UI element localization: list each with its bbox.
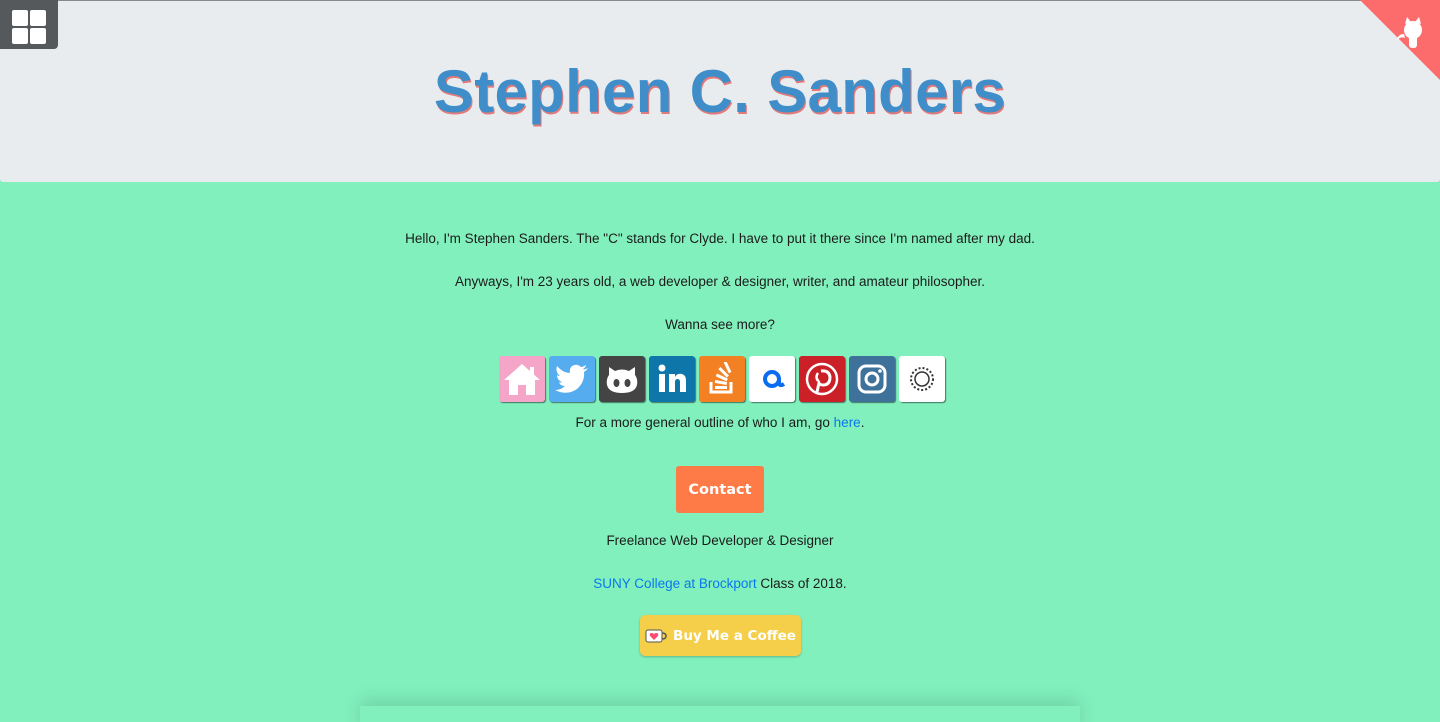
intro-paragraph-3: Wanna see more? xyxy=(665,317,775,332)
instagram-icon[interactable] xyxy=(849,356,895,402)
twitter-icon[interactable] xyxy=(549,356,595,402)
social-links xyxy=(499,356,945,402)
college-link[interactable]: SUNY College at Brockport xyxy=(593,576,756,591)
buy-me-a-coffee-button[interactable]: Buy Me a Coffee xyxy=(640,615,801,656)
vsco-icon[interactable] xyxy=(899,356,945,402)
github-icon[interactable] xyxy=(599,356,645,402)
intro-paragraph-2: Anyways, I'm 23 years old, a web develop… xyxy=(454,274,986,289)
email-at-icon[interactable] xyxy=(749,356,795,402)
coffee-cup-icon xyxy=(645,629,667,642)
education-line: SUNY College at Brockport Class of 2018. xyxy=(593,576,847,591)
pinterest-icon[interactable] xyxy=(799,356,845,402)
page-header: Stephen C. Sanders xyxy=(0,0,1440,182)
intro-paragraph-1: Hello, I'm Stephen Sanders. The "C" stan… xyxy=(405,231,1035,246)
grid-menu-icon xyxy=(12,10,28,26)
page-title: Stephen C. Sanders xyxy=(433,58,1007,125)
grid-menu-button[interactable] xyxy=(0,0,58,49)
outline-line: For a more general outline of who I am, … xyxy=(575,415,865,430)
github-octocat-icon xyxy=(1360,0,1440,80)
outline-here-link[interactable]: here xyxy=(834,415,861,430)
contact-button[interactable]: Contact xyxy=(676,466,764,513)
coffee-label: Buy Me a Coffee xyxy=(673,627,796,644)
footer-panel-edge xyxy=(360,706,1080,722)
github-corner-link[interactable] xyxy=(1360,0,1440,80)
role-text: Freelance Web Developer & Designer xyxy=(606,533,834,548)
stackoverflow-icon[interactable] xyxy=(699,356,745,402)
linkedin-icon[interactable] xyxy=(649,356,695,402)
home-icon[interactable] xyxy=(499,356,545,402)
